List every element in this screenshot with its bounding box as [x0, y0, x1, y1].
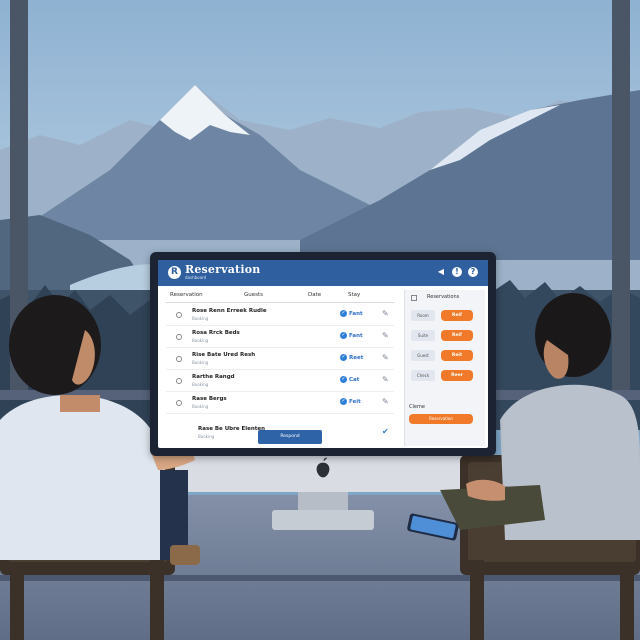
- side-item-label: Check: [411, 370, 435, 381]
- row-divider: [166, 413, 394, 414]
- booking-side-panel: Reservations Room Reif Suite Reif Guest …: [404, 290, 485, 446]
- edit-icon[interactable]: ✎: [382, 375, 390, 385]
- table-row[interactable]: Rise Bate Ured Resh Booking ✓ Reet ✎: [162, 350, 398, 370]
- app-header: R Reservation dashboard ◀ ! ?: [158, 260, 488, 286]
- column-header-stay[interactable]: Stay: [348, 292, 360, 298]
- table-row[interactable]: Rarthe Rangd Booking ✓ Cat ✎: [162, 372, 398, 392]
- app-logo-icon: R: [168, 266, 181, 279]
- side-panel-title: Reservations: [427, 294, 460, 300]
- row-subtitle: Booking: [192, 382, 209, 387]
- edit-icon[interactable]: ✎: [382, 397, 390, 407]
- help-icon[interactable]: ?: [468, 267, 478, 277]
- row-divider: [166, 369, 394, 370]
- row-name: Rosa Rrck Beds: [192, 330, 240, 336]
- edit-icon[interactable]: ✎: [382, 309, 390, 319]
- side-item-label: Room: [411, 310, 435, 321]
- row-checkbox[interactable]: [176, 312, 182, 318]
- side-item-button[interactable]: Reif: [441, 310, 473, 321]
- table-row[interactable]: Rosa Rrck Beds Booking ✓ Fant ✎: [162, 328, 398, 348]
- status-text: Reet: [349, 354, 364, 361]
- row-subtitle: Booking: [192, 316, 209, 321]
- status-badge: ✓ Feit: [340, 398, 361, 405]
- status-badge: ✓ Fant: [340, 332, 363, 339]
- row-subtitle: Booking: [192, 404, 209, 409]
- monitor-base: [272, 510, 374, 530]
- row-divider: [166, 325, 394, 326]
- side-item: Check Reer: [411, 370, 477, 382]
- row-checkbox[interactable]: [176, 356, 182, 362]
- row-checkbox[interactable]: [176, 400, 182, 406]
- status-text: Fant: [349, 310, 363, 317]
- respond-button[interactable]: Respond: [258, 430, 322, 444]
- panel-checkbox[interactable]: [411, 295, 417, 301]
- edit-icon[interactable]: ✎: [382, 331, 390, 341]
- reserve-button[interactable]: Reservation: [409, 414, 473, 424]
- monitor-neck: [298, 492, 348, 510]
- table-row[interactable]: Rase Bergs Booking ✓ Feit ✎: [162, 394, 398, 414]
- status-badge: ✓ Reet: [340, 354, 363, 361]
- header-divider: [166, 302, 394, 303]
- status-check-icon: ✓: [340, 310, 347, 317]
- app-subtitle: dashboard: [185, 275, 207, 280]
- monitor-screen: R Reservation dashboard ◀ ! ? Reservatio…: [158, 260, 488, 448]
- row-name: Rase Be Ubre Elenten: [198, 426, 266, 432]
- window-frame-right: [612, 0, 630, 400]
- row-name: Rarthe Rangd: [192, 374, 235, 380]
- row-name: Rose Renn Erreek Rudle: [192, 308, 267, 314]
- side-item-button[interactable]: Reit: [441, 350, 473, 361]
- row-divider: [166, 347, 394, 348]
- side-item: Guest Reit: [411, 350, 477, 362]
- status-text: Feit: [349, 398, 361, 405]
- row-divider: [166, 391, 394, 392]
- column-header-reservation[interactable]: Reservation: [170, 292, 203, 298]
- status-text: Cat: [349, 376, 360, 383]
- row-name: Rise Bate Ured Resh: [192, 352, 256, 358]
- status-check-icon: ✓: [340, 332, 347, 339]
- row-name: Rase Bergs: [192, 396, 227, 402]
- computer-monitor: R Reservation dashboard ◀ ! ? Reservatio…: [150, 252, 496, 456]
- column-header-date[interactable]: Date: [308, 292, 321, 298]
- header-icons: ◀ ! ?: [436, 267, 478, 277]
- side-item: Room Reif: [411, 310, 477, 322]
- side-item: Suite Reif: [411, 330, 477, 342]
- reservation-list: Reservation Guests Date Stay Rose Renn E…: [162, 290, 398, 446]
- desk-edge: [0, 575, 640, 581]
- edit-icon[interactable]: ✎: [382, 353, 390, 363]
- side-item-button[interactable]: Reif: [441, 330, 473, 341]
- status-check-icon: ✓: [340, 376, 347, 383]
- check-icon[interactable]: ✔: [382, 427, 390, 437]
- row-subtitle: Booking: [192, 338, 209, 343]
- status-badge: ✓ Fant: [340, 310, 363, 317]
- info-icon[interactable]: !: [452, 267, 462, 277]
- status-check-icon: ✓: [340, 398, 347, 405]
- side-item-label: Suite: [411, 330, 435, 341]
- side-item-label: Guest: [411, 350, 435, 361]
- status-check-icon: ✓: [340, 354, 347, 361]
- side-item-button[interactable]: Reer: [441, 370, 473, 381]
- table-row[interactable]: Rose Renn Erreek Rudle Booking ✓ Fant ✎: [162, 306, 398, 326]
- row-checkbox[interactable]: [176, 378, 182, 384]
- status-badge: ✓ Cat: [340, 376, 359, 383]
- side-summary-label: Cleme: [409, 404, 425, 410]
- row-subtitle: Booking: [192, 360, 209, 365]
- row-checkbox[interactable]: [176, 334, 182, 340]
- status-text: Fant: [349, 332, 363, 339]
- column-header-guests[interactable]: Guests: [244, 292, 263, 298]
- row-subtitle: Booking: [198, 434, 215, 439]
- back-icon[interactable]: ◀: [436, 267, 446, 277]
